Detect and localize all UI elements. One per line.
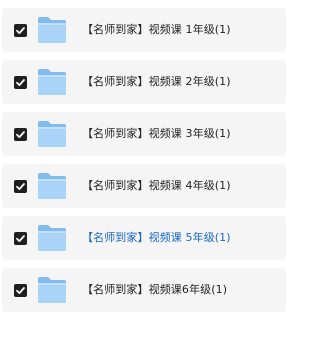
folder-name[interactable]: 【名师到家】视频课 3年级(1) bbox=[82, 125, 231, 143]
folder-name[interactable]: 【名师到家】视频课 2年级(1) bbox=[82, 73, 231, 91]
folder-row-grade-6[interactable]: 【名师到家】视频课6年级(1) bbox=[2, 268, 286, 312]
folder-icon bbox=[37, 276, 67, 304]
folder-icon bbox=[37, 68, 67, 96]
folder-icon bbox=[37, 224, 67, 252]
folder-row-grade-5[interactable]: 【名师到家】视频课 5年级(1) bbox=[2, 216, 286, 260]
folder-icon bbox=[37, 172, 67, 200]
folder-icon bbox=[37, 16, 67, 44]
checkbox-checked[interactable] bbox=[14, 180, 27, 193]
checkbox-checked[interactable] bbox=[14, 128, 27, 141]
folder-name-link[interactable]: 【名师到家】视频课 5年级(1) bbox=[82, 229, 231, 247]
folder-row-grade-4[interactable]: 【名师到家】视频课 4年级(1) bbox=[2, 164, 286, 208]
checkbox-checked[interactable] bbox=[14, 76, 27, 89]
folder-name[interactable]: 【名师到家】视频课 1年级(1) bbox=[82, 21, 231, 39]
folder-name[interactable]: 【名师到家】视频课6年级(1) bbox=[82, 281, 227, 299]
folder-row-grade-2[interactable]: 【名师到家】视频课 2年级(1) bbox=[2, 60, 286, 104]
checkbox-checked[interactable] bbox=[14, 24, 27, 37]
folder-row-grade-3[interactable]: 【名师到家】视频课 3年级(1) bbox=[2, 112, 286, 156]
checkbox-checked[interactable] bbox=[14, 232, 27, 245]
checkbox-checked[interactable] bbox=[14, 284, 27, 297]
folder-row-grade-1[interactable]: 【名师到家】视频课 1年级(1) bbox=[2, 8, 286, 52]
folder-icon bbox=[37, 120, 67, 148]
folder-name[interactable]: 【名师到家】视频课 4年级(1) bbox=[82, 177, 231, 195]
